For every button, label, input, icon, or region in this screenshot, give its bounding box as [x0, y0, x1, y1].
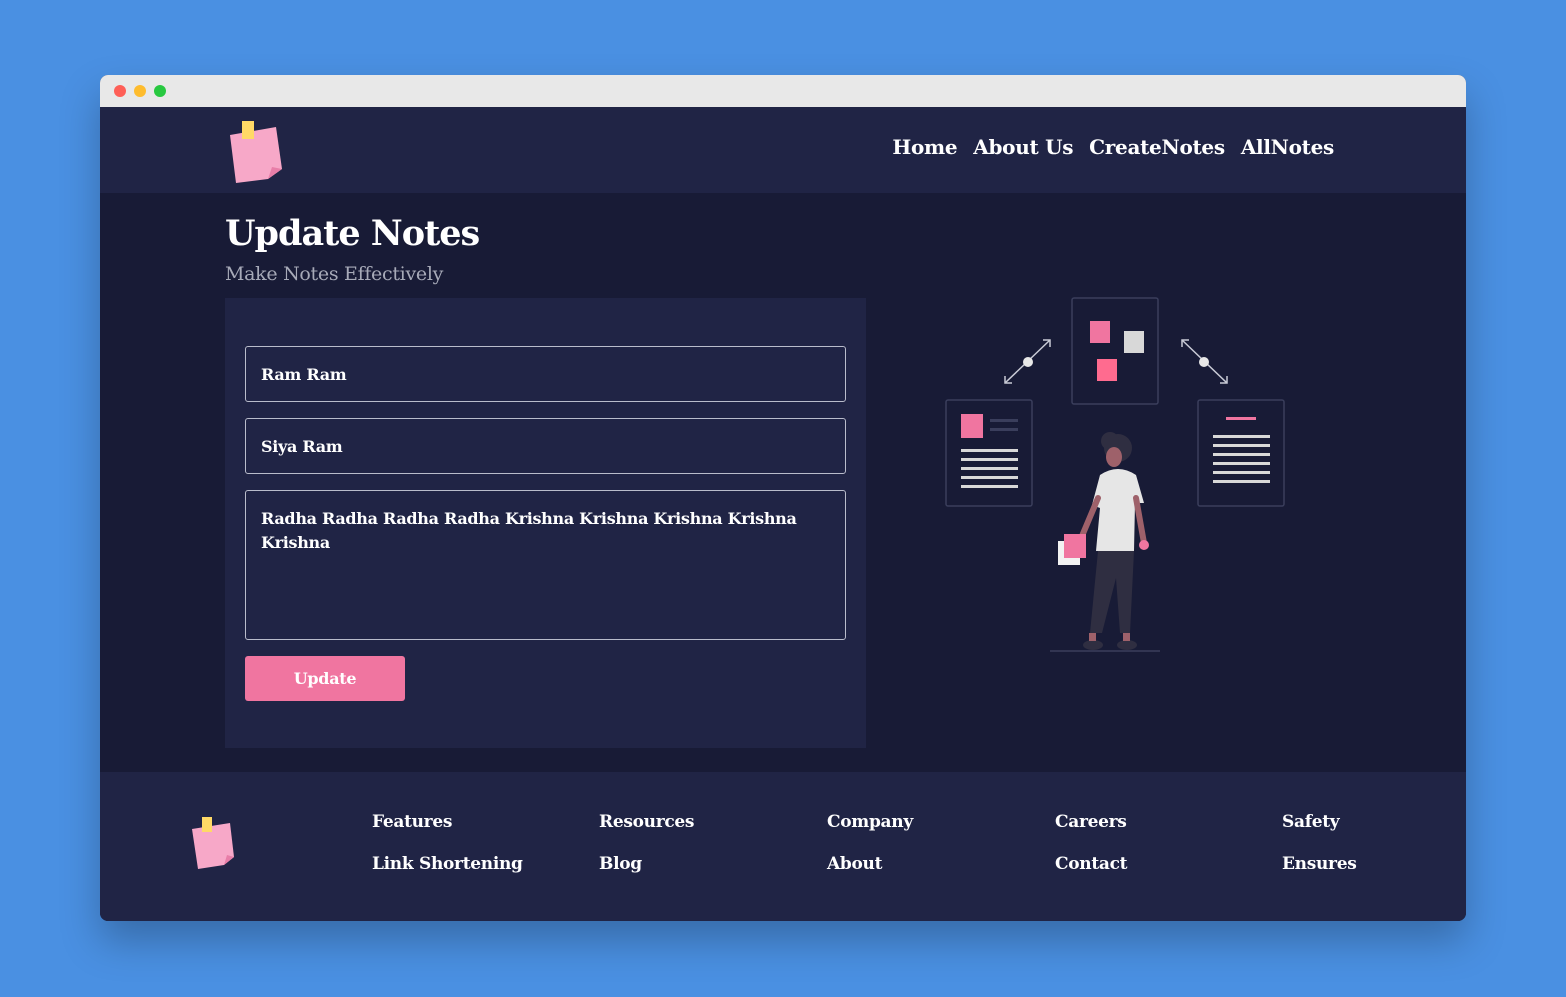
- maximize-dot[interactable]: [154, 85, 166, 97]
- sticky-note-icon[interactable]: [226, 119, 284, 183]
- browser-window: Home About Us CreateNotes AllNotes Updat…: [100, 75, 1466, 921]
- footer-link-resources[interactable]: Resources: [599, 812, 695, 854]
- sticky-note-icon[interactable]: [190, 817, 238, 873]
- footer-column-features: Features Link Shortening: [372, 812, 523, 896]
- note-title-input[interactable]: [245, 346, 846, 402]
- footer-link-careers[interactable]: Careers: [1055, 812, 1127, 854]
- nav-home[interactable]: Home: [892, 135, 957, 159]
- site-footer: Features Link Shortening Resources Blog …: [100, 772, 1466, 921]
- page-title: Update Notes: [225, 213, 480, 254]
- note-subtitle-input[interactable]: [245, 418, 846, 474]
- footer-link-about[interactable]: About: [827, 854, 913, 896]
- footer-link-safety[interactable]: Safety: [1282, 812, 1357, 854]
- main-content: Update Notes Make Notes Effectively Radh…: [100, 193, 1466, 772]
- update-button[interactable]: Update: [245, 656, 405, 701]
- main-nav: Home About Us CreateNotes AllNotes: [892, 135, 1334, 159]
- minimize-dot[interactable]: [134, 85, 146, 97]
- footer-link-contact[interactable]: Contact: [1055, 854, 1128, 896]
- page-subtitle: Make Notes Effectively: [225, 263, 444, 285]
- notes-illustration: [945, 297, 1285, 652]
- footer-column-careers: Careers Contact: [1055, 812, 1128, 896]
- footer-link-link-shortening[interactable]: Link Shortening: [372, 854, 523, 896]
- footer-link-blog[interactable]: Blog: [599, 854, 694, 896]
- note-description-textarea[interactable]: Radha Radha Radha Radha Krishna Krishna …: [245, 490, 846, 640]
- nav-about-us[interactable]: About Us: [973, 135, 1073, 159]
- footer-column-resources: Resources Blog: [599, 812, 695, 896]
- footer-link-ensures[interactable]: Ensures: [1282, 854, 1357, 896]
- footer-link-features[interactable]: Features: [372, 812, 523, 854]
- nav-all-notes[interactable]: AllNotes: [1241, 135, 1334, 159]
- update-note-form: Radha Radha Radha Radha Krishna Krishna …: [225, 298, 866, 748]
- footer-link-company[interactable]: Company: [827, 812, 913, 854]
- nav-create-notes[interactable]: CreateNotes: [1089, 135, 1225, 159]
- window-titlebar: [100, 75, 1466, 107]
- site-header: Home About Us CreateNotes AllNotes: [100, 107, 1466, 193]
- close-dot[interactable]: [114, 85, 126, 97]
- footer-column-company: Company About: [827, 812, 913, 896]
- footer-column-safety: Safety Ensures: [1282, 812, 1357, 896]
